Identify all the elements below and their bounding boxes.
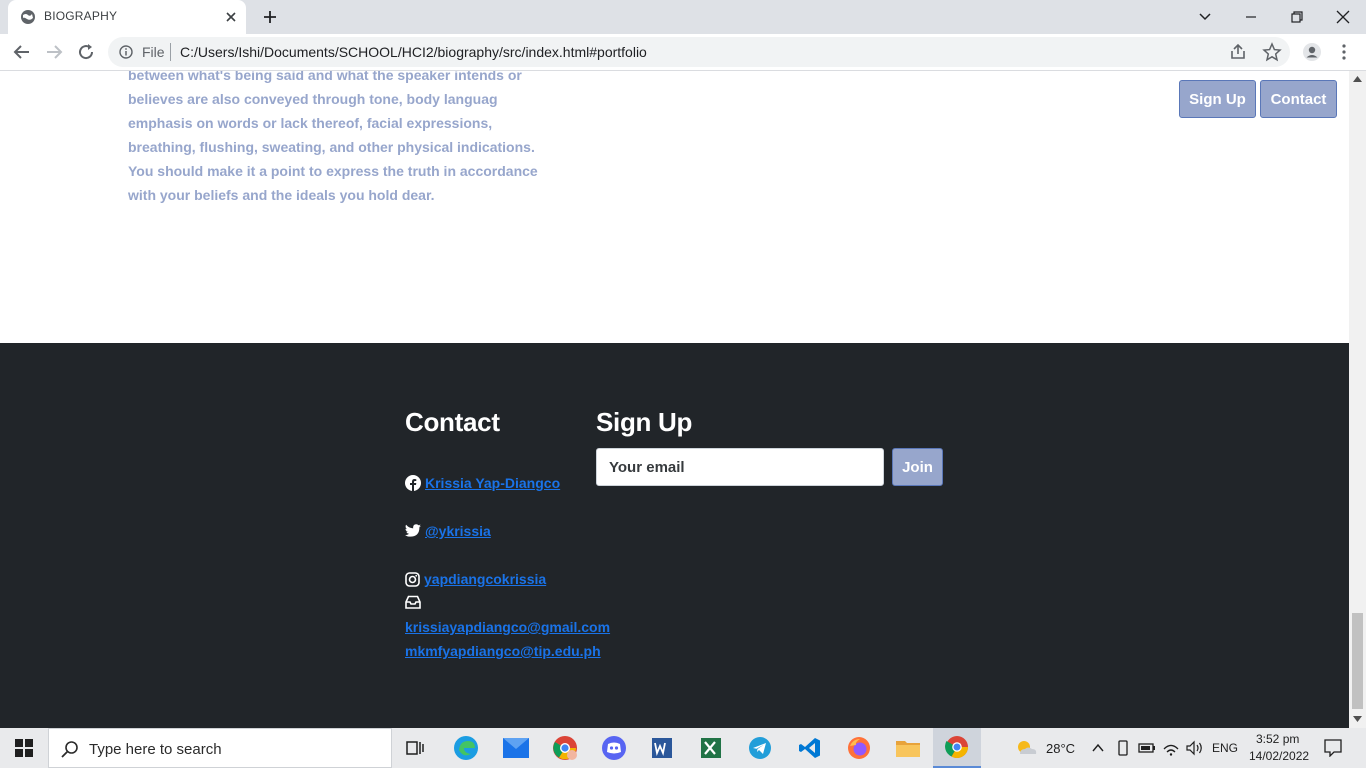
twitter-link[interactable]: @ykrissia [425, 523, 491, 539]
bio-paragraph: between what's being said and what the s… [128, 71, 538, 203]
email-contact-2: mkmfyapdiangco@tip.edu.ph [405, 643, 601, 659]
twitter-icon [405, 524, 421, 537]
clock-date[interactable]: 14/02/2022 [1249, 749, 1309, 763]
taskbar-search[interactable]: Type here to search [48, 728, 392, 768]
taskbar-mail[interactable] [492, 728, 540, 768]
clock-time[interactable]: 3:52 pm [1256, 732, 1299, 746]
email-link-2[interactable]: mkmfyapdiangco@tip.edu.ph [405, 643, 601, 659]
facebook-icon [405, 475, 421, 491]
language-indicator[interactable]: ENG [1212, 741, 1238, 755]
contact-heading: Contact [405, 407, 500, 437]
taskbar-file-explorer[interactable] [884, 728, 932, 768]
instagram-icon [405, 571, 420, 587]
start-button[interactable] [0, 728, 48, 768]
taskbar-edge[interactable] [442, 728, 490, 768]
divider [170, 43, 171, 61]
taskbar-word[interactable] [638, 728, 686, 768]
inbox-icon [405, 595, 421, 609]
email-contact-icon-row [405, 595, 421, 609]
task-view-button[interactable] [392, 728, 440, 768]
taskbar-telegram[interactable] [736, 728, 784, 768]
forward-arrow-icon[interactable] [44, 42, 64, 62]
discord-icon [602, 736, 626, 760]
globe-icon [21, 10, 35, 24]
firefox-icon [848, 737, 870, 759]
info-icon[interactable] [119, 45, 133, 59]
volume-icon[interactable] [1186, 740, 1204, 756]
restore-icon [1291, 11, 1303, 23]
taskbar-vscode[interactable] [786, 728, 834, 768]
new-tab-icon[interactable] [262, 9, 278, 25]
email-input[interactable] [596, 448, 884, 486]
close-icon[interactable] [224, 10, 238, 24]
site-footer: Contact Sign Up Krissia Yap-Diangco @ykr… [0, 343, 1349, 728]
address-bar[interactable]: File C:/Users/Ishi/Documents/SCHOOL/HCI2… [108, 37, 1290, 67]
taskbar-chrome-profile[interactable] [541, 728, 589, 768]
reload-icon[interactable] [76, 42, 96, 62]
contact-nav-button[interactable]: Contact [1260, 80, 1337, 118]
edge-icon [454, 736, 478, 760]
close-icon [1336, 10, 1350, 24]
chrome-profile-icon [553, 736, 577, 760]
email-link-1[interactable]: krissiayapdiangco@gmail.com [405, 619, 610, 635]
tab-title: BIOGRAPHY [44, 9, 118, 23]
windows-logo-icon [15, 739, 33, 757]
notification-icon[interactable] [1324, 739, 1342, 757]
url-text[interactable]: C:/Users/Ishi/Documents/SCHOOL/HCI2/biog… [180, 44, 647, 60]
mail-icon [503, 738, 529, 758]
telegram-icon [749, 737, 771, 759]
taskbar-excel[interactable] [687, 728, 735, 768]
browser-toolbar: File C:/Users/Ishi/Documents/SCHOOL/HCI2… [0, 34, 1366, 71]
signup-nav-button[interactable]: Sign Up [1179, 80, 1256, 118]
scroll-thumb[interactable] [1352, 613, 1363, 709]
folder-icon [896, 741, 920, 757]
signup-heading: Sign Up [596, 407, 693, 437]
profile-avatar-icon[interactable] [1302, 42, 1322, 62]
page-scrollbar[interactable] [1349, 71, 1366, 728]
search-placeholder: Type here to search [89, 741, 222, 758]
email-contact-1: krissiayapdiangco@gmail.com [405, 619, 610, 635]
scheme-label: File [142, 44, 165, 60]
chevron-up-icon[interactable] [1092, 743, 1104, 753]
close-window-button[interactable] [1320, 0, 1366, 34]
weather-temp: 28°C [1046, 741, 1076, 756]
browser-tab[interactable]: BIOGRAPHY [8, 0, 246, 34]
battery-icon[interactable] [1138, 742, 1156, 754]
star-icon[interactable] [1262, 42, 1282, 62]
twitter-contact: @ykrissia [405, 523, 491, 539]
excel-icon [701, 738, 721, 758]
wifi-icon[interactable] [1162, 740, 1180, 756]
taskbar-firefox[interactable] [835, 728, 883, 768]
minimize-icon [1246, 16, 1256, 18]
tab-bar: BIOGRAPHY [0, 0, 1366, 34]
chrome-icon [945, 736, 968, 758]
tab-search-button[interactable] [1182, 0, 1228, 34]
restore-button[interactable] [1274, 0, 1320, 34]
join-button[interactable]: Join [892, 448, 943, 486]
minimize-button[interactable] [1228, 0, 1274, 34]
search-icon [61, 741, 78, 758]
share-icon[interactable] [1228, 42, 1248, 62]
instagram-link[interactable]: yapdiangcokrissia [424, 571, 546, 587]
instagram-contact: yapdiangcokrissia [405, 571, 546, 587]
scroll-up-icon[interactable] [1353, 75, 1362, 82]
taskbar-discord[interactable] [590, 728, 638, 768]
windows-taskbar: Type here to search 28°C ENG 3:52 pm 14/… [0, 728, 1366, 768]
back-arrow-icon[interactable] [12, 42, 32, 62]
vscode-icon [799, 738, 820, 758]
chevron-down-icon [1199, 13, 1211, 21]
device-icon[interactable] [1116, 740, 1130, 756]
task-view-icon [406, 741, 424, 755]
facebook-contact: Krissia Yap-Diangco [405, 475, 560, 491]
facebook-link[interactable]: Krissia Yap-Diangco [425, 475, 560, 491]
word-icon [652, 738, 672, 758]
menu-icon[interactable] [1334, 42, 1354, 62]
taskbar-chrome[interactable] [933, 728, 981, 768]
scroll-down-icon[interactable] [1353, 716, 1362, 723]
weather-icon[interactable] [1014, 737, 1038, 759]
page-viewport: between what's being said and what the s… [0, 71, 1349, 728]
